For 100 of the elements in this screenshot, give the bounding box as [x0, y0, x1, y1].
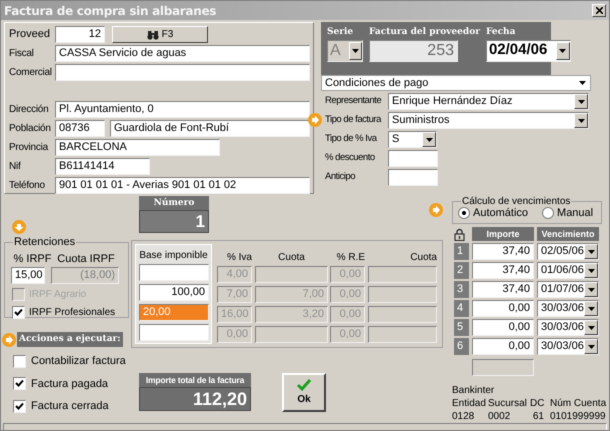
caret-icon: [588, 288, 594, 292]
row-number: 2: [454, 262, 469, 279]
total-value: 112,20: [139, 387, 251, 411]
input-field[interactable]: 253: [369, 40, 458, 62]
caret-icon: [588, 326, 594, 330]
caret-icon: [588, 250, 594, 254]
input-field[interactable]: CASSA Servicio de aguas: [55, 45, 310, 62]
input-field[interactable]: [55, 64, 310, 81]
field-label: Teléfono: [9, 179, 46, 193]
group-title: Cálculo de vencimientos: [461, 195, 572, 208]
dropdown[interactable]: S: [388, 131, 437, 148]
caret-icon: [426, 138, 432, 142]
arrow-down-icon: [12, 220, 26, 234]
input-field[interactable]: [139, 264, 209, 281]
ok-button[interactable]: Ok: [282, 373, 326, 412]
dropdown[interactable]: 02/05/06: [537, 243, 599, 260]
arrow-right-icon: [429, 203, 443, 217]
column-label: Cuota IRPF: [56, 252, 116, 266]
field-label: Factura del proveedor: [369, 26, 480, 39]
input-field[interactable]: 37,40: [472, 262, 534, 279]
row-number: 4: [454, 300, 469, 317]
caret-icon: [352, 48, 359, 52]
dropdown[interactable]: 01/06/06: [537, 262, 599, 279]
checkbox[interactable]: [13, 400, 26, 413]
row-number: 5: [454, 319, 469, 336]
input-field[interactable]: [368, 286, 437, 303]
bank-column-header: Sucursal: [488, 398, 528, 410]
caret-icon: [578, 100, 584, 104]
bank-column-header: Entidad: [452, 398, 487, 410]
field-label: Representante: [325, 94, 382, 108]
input-field[interactable]: 0,00: [472, 338, 534, 355]
input-field[interactable]: [368, 326, 437, 343]
checkbox-label: Factura pagada: [31, 376, 108, 392]
caret-icon: [588, 306, 594, 310]
input-field[interactable]: 901 01 01 01 - Averias 901 01 01 02: [55, 177, 310, 194]
dropdown[interactable]: 30/03/06: [537, 300, 599, 317]
field-label: Comercial: [9, 66, 53, 80]
caret-icon: [579, 81, 586, 85]
column-header: Cuota: [409, 251, 437, 263]
input-field[interactable]: 37,40: [472, 281, 534, 298]
input-field[interactable]: 100,00: [139, 284, 209, 301]
radio-button[interactable]: [458, 207, 470, 220]
input-field[interactable]: 0,00: [472, 300, 534, 317]
input-field[interactable]: [368, 306, 437, 323]
radio-button[interactable]: [542, 207, 554, 220]
bank-column-header: DC: [530, 398, 544, 410]
window-title: Factura de compra sin albaranes: [4, 2, 216, 20]
close-button[interactable]: [592, 4, 606, 17]
search-button[interactable]: F3: [112, 26, 208, 43]
input-field[interactable]: BARCELONA: [55, 139, 220, 156]
radio-label: Manual: [557, 206, 594, 221]
radio-label: Automático: [473, 206, 528, 221]
input-field[interactable]: Pl. Ayuntamiento, 0: [55, 101, 310, 118]
dropdown[interactable]: Suministros: [388, 112, 589, 129]
bank-name: Bankinter: [452, 385, 496, 397]
input-field[interactable]: [139, 324, 209, 341]
bank-value: 0101999999: [550, 411, 607, 423]
date-dropdown[interactable]: 02/04/06: [486, 40, 571, 62]
input-field[interactable]: 12: [55, 26, 105, 43]
dropdown[interactable]: 30/03/06: [537, 319, 599, 336]
field-label: Anticipo: [325, 170, 356, 184]
field-label: Proveed: [9, 27, 51, 42]
field-label: Dirección: [9, 103, 50, 117]
dropdown[interactable]: 01/07/06: [537, 281, 599, 298]
input-field[interactable]: 0,00: [472, 319, 534, 336]
caret-icon: [588, 344, 594, 348]
input-field[interactable]: [255, 326, 328, 343]
input-field[interactable]: 15,00: [11, 267, 45, 284]
section-title: Acciones a ejecutar:: [17, 332, 123, 347]
column-header: Vencimiento: [537, 227, 599, 241]
number-value: 1: [139, 210, 209, 233]
dropdown[interactable]: Condiciones de pago: [321, 75, 591, 91]
field-label: % descuento: [325, 151, 376, 166]
field-label: Provincia: [9, 141, 50, 155]
input-field[interactable]: Guardiola de Font-Rubí: [110, 120, 310, 137]
column-header: Base imponible: [139, 249, 208, 261]
checkbox[interactable]: [13, 354, 26, 368]
checkbox[interactable]: [13, 377, 26, 390]
row-number: 3: [454, 281, 469, 298]
input-field[interactable]: [388, 169, 438, 186]
checkbox[interactable]: [12, 306, 25, 319]
input-field[interactable]: 37,40: [472, 243, 534, 260]
bank-value: 0128: [452, 411, 476, 423]
row-number: 1: [454, 243, 469, 260]
row-number: 6: [454, 338, 469, 355]
panel-title: Importe total de la factura: [139, 373, 251, 387]
input-field[interactable]: [472, 359, 534, 376]
checkmark-icon: [296, 378, 312, 392]
input-field[interactable]: [388, 150, 438, 167]
input-field[interactable]: [255, 266, 328, 283]
input-field[interactable]: B61141414: [55, 158, 150, 175]
field-label: Serie: [327, 26, 354, 39]
dropdown[interactable]: Enrique Hernández Díaz: [388, 93, 589, 110]
input-field[interactable]: [368, 266, 437, 283]
input-field[interactable]: 08736: [55, 120, 105, 137]
field-label: Fiscal: [9, 47, 35, 61]
column-label: % IRPF: [13, 252, 52, 266]
dropdown[interactable]: 30/03/06: [537, 338, 599, 355]
bank-value: 0002: [488, 411, 512, 423]
panel-title: Número: [139, 196, 209, 210]
